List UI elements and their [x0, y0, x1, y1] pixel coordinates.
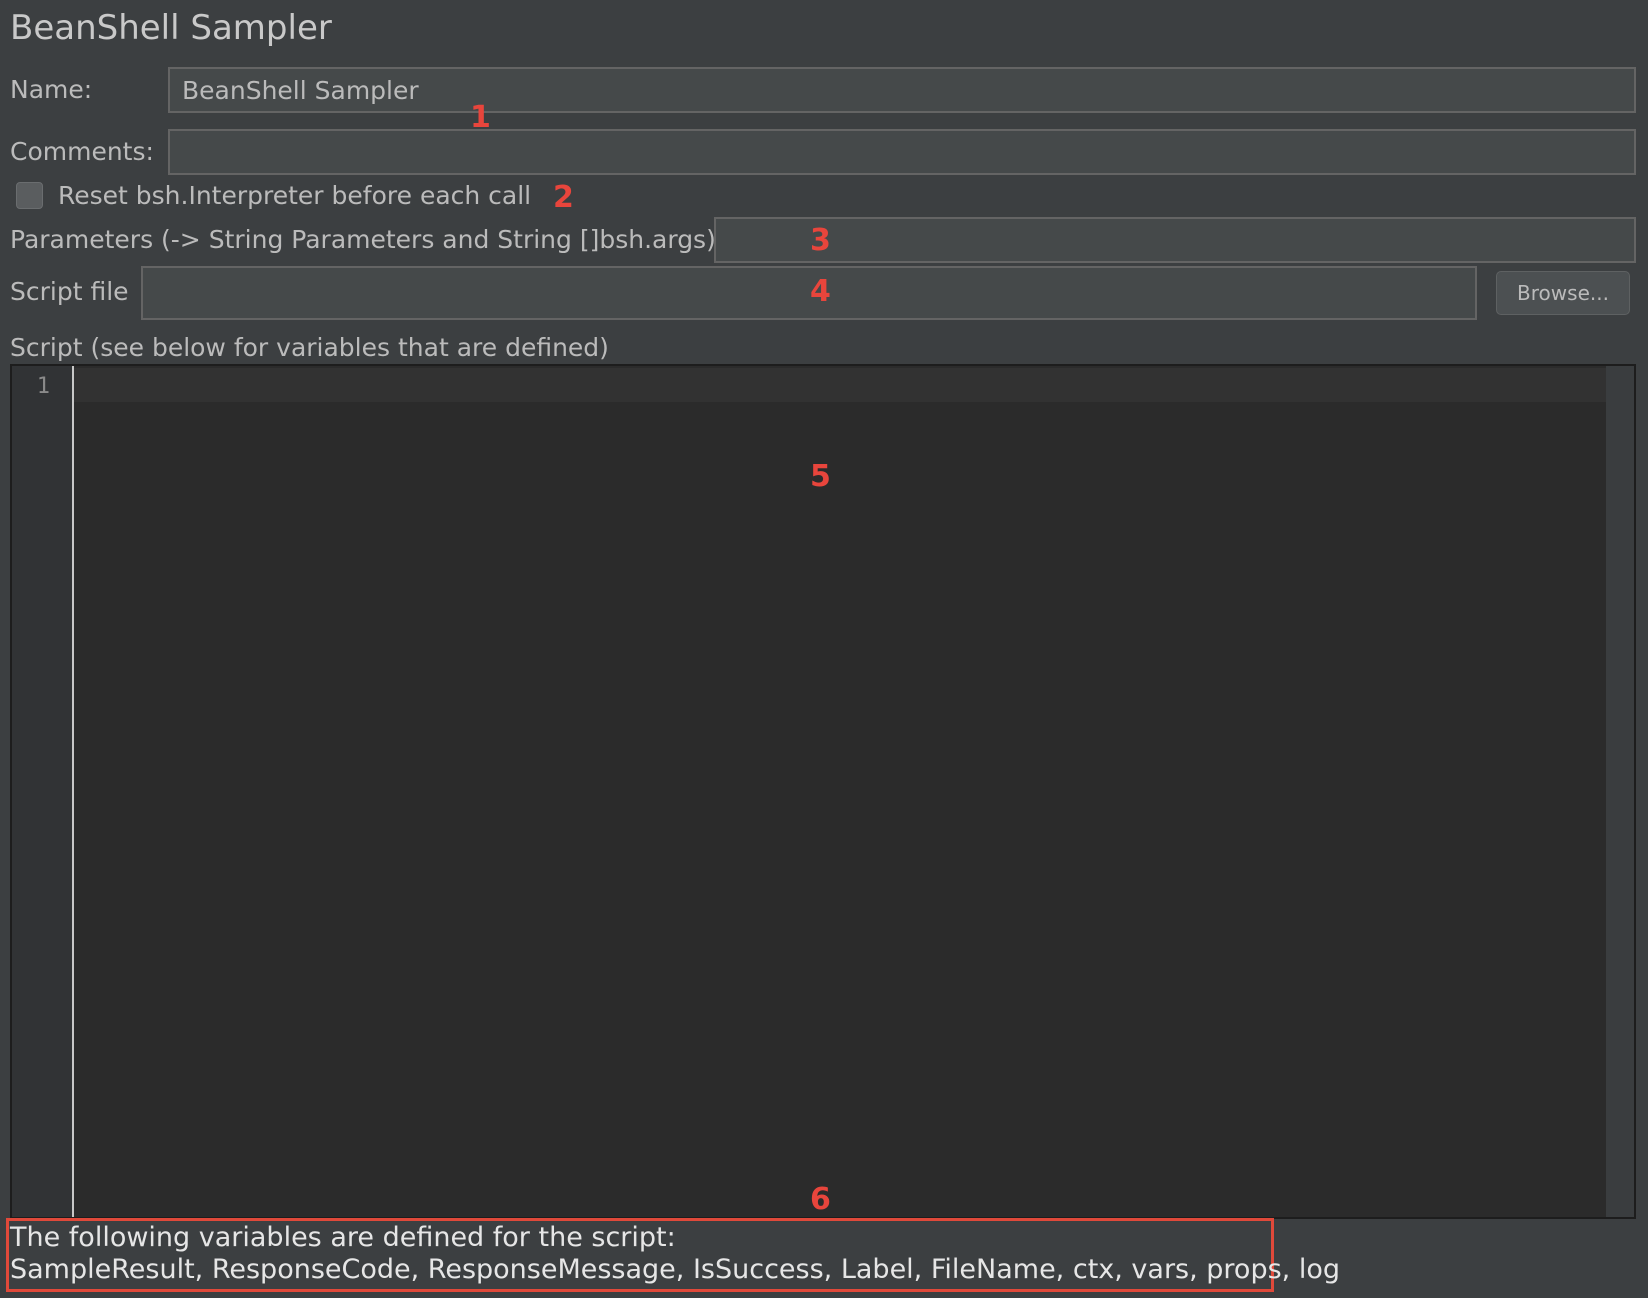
- annotation-marker-6: 6: [810, 1182, 831, 1217]
- annotation-marker-5: 5: [810, 459, 831, 494]
- annotation-marker-2: 2: [553, 180, 574, 215]
- parameters-label: Parameters (-> String Parameters and Str…: [10, 225, 716, 254]
- line-number: 1: [36, 374, 50, 399]
- variables-info: The following variables are defined for …: [10, 1222, 1340, 1286]
- annotation-marker-3: 3: [810, 223, 831, 258]
- variables-heading: The following variables are defined for …: [10, 1222, 676, 1253]
- editor-scrollbar[interactable]: [1606, 366, 1634, 1217]
- variables-list: SampleResult, ResponseCode, ResponseMess…: [10, 1254, 1340, 1285]
- browse-button[interactable]: Browse...: [1496, 271, 1630, 315]
- comments-input[interactable]: [168, 129, 1636, 175]
- line-number-gutter: 1: [12, 366, 74, 1217]
- script-file-input[interactable]: [141, 266, 1477, 320]
- parameters-input[interactable]: [714, 217, 1636, 263]
- script-label: Script (see below for variables that are…: [10, 333, 609, 362]
- name-input[interactable]: [168, 67, 1636, 113]
- comments-label: Comments:: [10, 137, 154, 166]
- reset-interpreter-label[interactable]: Reset bsh.Interpreter before each call: [58, 181, 531, 210]
- current-line-highlight: [74, 368, 1618, 402]
- annotation-marker-4: 4: [810, 274, 831, 309]
- panel-title: BeanShell Sampler: [10, 8, 332, 48]
- script-file-label: Script file: [10, 277, 129, 306]
- name-label: Name:: [10, 75, 93, 104]
- reset-interpreter-checkbox[interactable]: [16, 182, 43, 209]
- annotation-marker-1: 1: [470, 100, 491, 135]
